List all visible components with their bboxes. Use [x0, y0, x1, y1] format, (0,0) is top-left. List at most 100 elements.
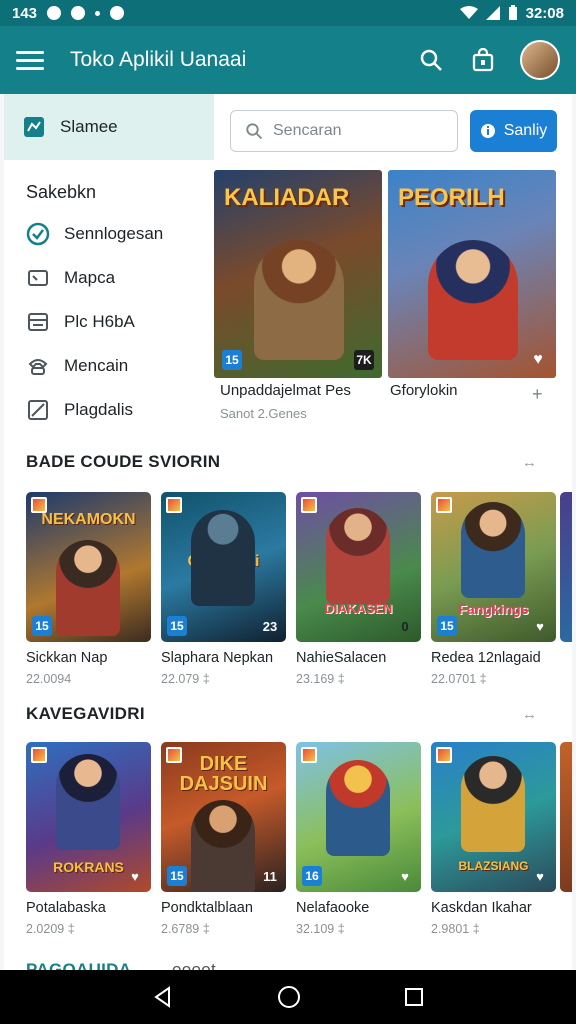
publisher-mark-icon [301, 747, 317, 763]
sidebar-item-label: Plc H6bA [64, 312, 135, 331]
rating-badge: 15 [167, 616, 187, 636]
search-icon [246, 123, 263, 140]
sidebar-item-5[interactable]: Plagdalis [4, 388, 214, 432]
rating-badge: 15 [222, 350, 242, 370]
swap-arrow-icon[interactable]: ↔ [522, 706, 537, 723]
featured-banner-1[interactable]: KALIADAR 15 7K [214, 170, 382, 378]
game-size: 22.079 ‡ [161, 672, 210, 686]
sidebar-item-label: Mencain [64, 356, 129, 375]
game-card[interactable]: Fangkings 15 ♥ Redea 12nlagaid 22.0701 ‡ [431, 492, 556, 686]
game-size: 32.109 ‡ [296, 922, 345, 936]
game-logo: NEKAMOKN [41, 511, 136, 528]
signal-icon [485, 6, 500, 20]
game-thumbnail: 16 ♥ [296, 742, 421, 892]
game-tile-icon [24, 117, 44, 137]
location-icon [110, 6, 125, 20]
back-icon[interactable] [151, 985, 175, 1009]
heart-icon[interactable]: ♥ [528, 350, 548, 370]
game-thumbnail: Consimai 15 23 [161, 492, 286, 642]
game-logo: DIAKASEN [324, 601, 393, 616]
search-button[interactable]: Sanliy [470, 110, 557, 152]
publisher-mark-icon [436, 747, 452, 763]
sidebar-item-2[interactable]: Mapca [4, 256, 214, 300]
featured-title-2: Gforylokin [390, 382, 458, 399]
age-badge: 11 [263, 868, 277, 884]
rating-badge: 15 [437, 616, 457, 636]
game-size: 22.0094 [26, 672, 72, 686]
game-card[interactable]: ROKRANS ♥ Potalabaska 2.0209 ‡ [26, 742, 151, 936]
game-card[interactable]: 16 ♥ Nelafaooke 32.109 ‡ [296, 742, 421, 936]
status-time: 143 [12, 4, 38, 22]
game-name: Nelafaooke [296, 900, 370, 916]
home-icon[interactable] [276, 984, 302, 1010]
add-icon[interactable]: + [532, 384, 543, 405]
publisher-mark-icon [166, 497, 182, 513]
sidebar-item-label: Sennlogesan [64, 224, 164, 243]
publisher-mark-icon [31, 747, 47, 763]
game-card[interactable]: Consimai 15 23 Slaphara Nepkan 22.079 ‡ [161, 492, 286, 686]
store-bag-icon[interactable] [468, 45, 498, 75]
notification-icon [47, 6, 62, 20]
card-icon [28, 270, 48, 286]
game-card[interactable]: DIKE DAJSUIN 15 11 Pondktalblaan 2.6789 … [161, 742, 286, 936]
game-thumbnail: BLAZSIANG ♥ [431, 742, 556, 892]
sidebar-item-label: Plagdalis [64, 400, 133, 419]
game-name: Pondktalblaan [161, 900, 253, 916]
publisher-mark-icon [436, 497, 452, 513]
sidebar-item-3[interactable]: Plc H6bA [4, 300, 214, 344]
sidebar-item-4[interactable]: Mencain [4, 344, 214, 388]
rating-badge: 15 [32, 616, 52, 636]
search-input[interactable]: Sencaran [230, 110, 458, 152]
game-size: 23.169 ‡ [296, 672, 345, 686]
app-notification-icon [71, 6, 86, 20]
heart-icon[interactable]: ♥ [395, 866, 415, 886]
game-character-image [326, 508, 390, 604]
game-card[interactable]: DIAKASEN 0 NahieSalacen 23.169 ‡ [296, 492, 421, 686]
info-icon [480, 124, 495, 138]
game-name: Sickkan Nap [26, 650, 108, 666]
heart-icon[interactable]: ♥ [125, 866, 145, 886]
game-card-peek[interactable] [560, 492, 572, 642]
hamburger-menu-icon[interactable] [16, 46, 44, 74]
game-character-image [191, 510, 255, 606]
game-character-image [56, 540, 120, 636]
publisher-mark-icon [301, 497, 317, 513]
search-icon[interactable] [416, 45, 446, 75]
avatar[interactable] [520, 40, 560, 80]
featured-hero-image [428, 240, 518, 360]
game-card[interactable]: NEKAMOKN 15 Sickkan Nap 22.0094 [26, 492, 151, 686]
heart-icon[interactable]: ♥ [530, 616, 550, 636]
sidebar-item-active[interactable]: Slamee [4, 94, 214, 160]
sidebar-active-label: Slamee [60, 117, 118, 136]
game-logo: DIKE DAJSUIN [179, 753, 268, 795]
section-extra: oooot [172, 960, 217, 970]
section-title: BADE COUDE SVIORIN [26, 452, 221, 471]
featured-logo: PEORILH [398, 184, 505, 211]
system-nav-bar [0, 970, 576, 1024]
heart-icon[interactable]: ♥ [530, 866, 550, 886]
swap-arrow-icon[interactable]: ↔ [522, 454, 537, 471]
game-name: Redea 12nlagaid [431, 650, 541, 666]
search-button-label: Sanliy [503, 122, 548, 139]
dot-icon [95, 10, 101, 16]
window-icon [28, 313, 48, 331]
game-row: ROKRANS ♥ Potalabaska 2.0209 ‡ DIKE DAJS… [26, 742, 556, 936]
recents-icon[interactable] [403, 986, 425, 1008]
game-card[interactable]: BLAZSIANG ♥ Kaskdan Ikahar 2.9801 ‡ [431, 742, 556, 936]
phone-icon [28, 359, 48, 375]
game-character-image [326, 760, 390, 856]
sidebar-item-1[interactable]: Sennlogesan [4, 212, 214, 256]
age-badge: 0 [401, 618, 409, 634]
game-character-image [461, 756, 525, 852]
game-character-image [461, 502, 525, 598]
featured-banner-2[interactable]: PEORILH ♥ [388, 170, 556, 378]
search-placeholder: Sencaran [273, 122, 342, 139]
game-character-image [191, 800, 255, 892]
game-thumbnail: NEKAMOKN 15 [26, 492, 151, 642]
game-size: 2.6789 ‡ [161, 922, 210, 936]
game-thumbnail: DIKE DAJSUIN 15 11 [161, 742, 286, 892]
game-card-peek[interactable] [560, 742, 572, 892]
game-size: 2.0209 ‡ [26, 922, 75, 936]
game-name: Kaskdan Ikahar [431, 900, 532, 916]
app-title: Toko Aplikil Uanaai [70, 48, 247, 97]
